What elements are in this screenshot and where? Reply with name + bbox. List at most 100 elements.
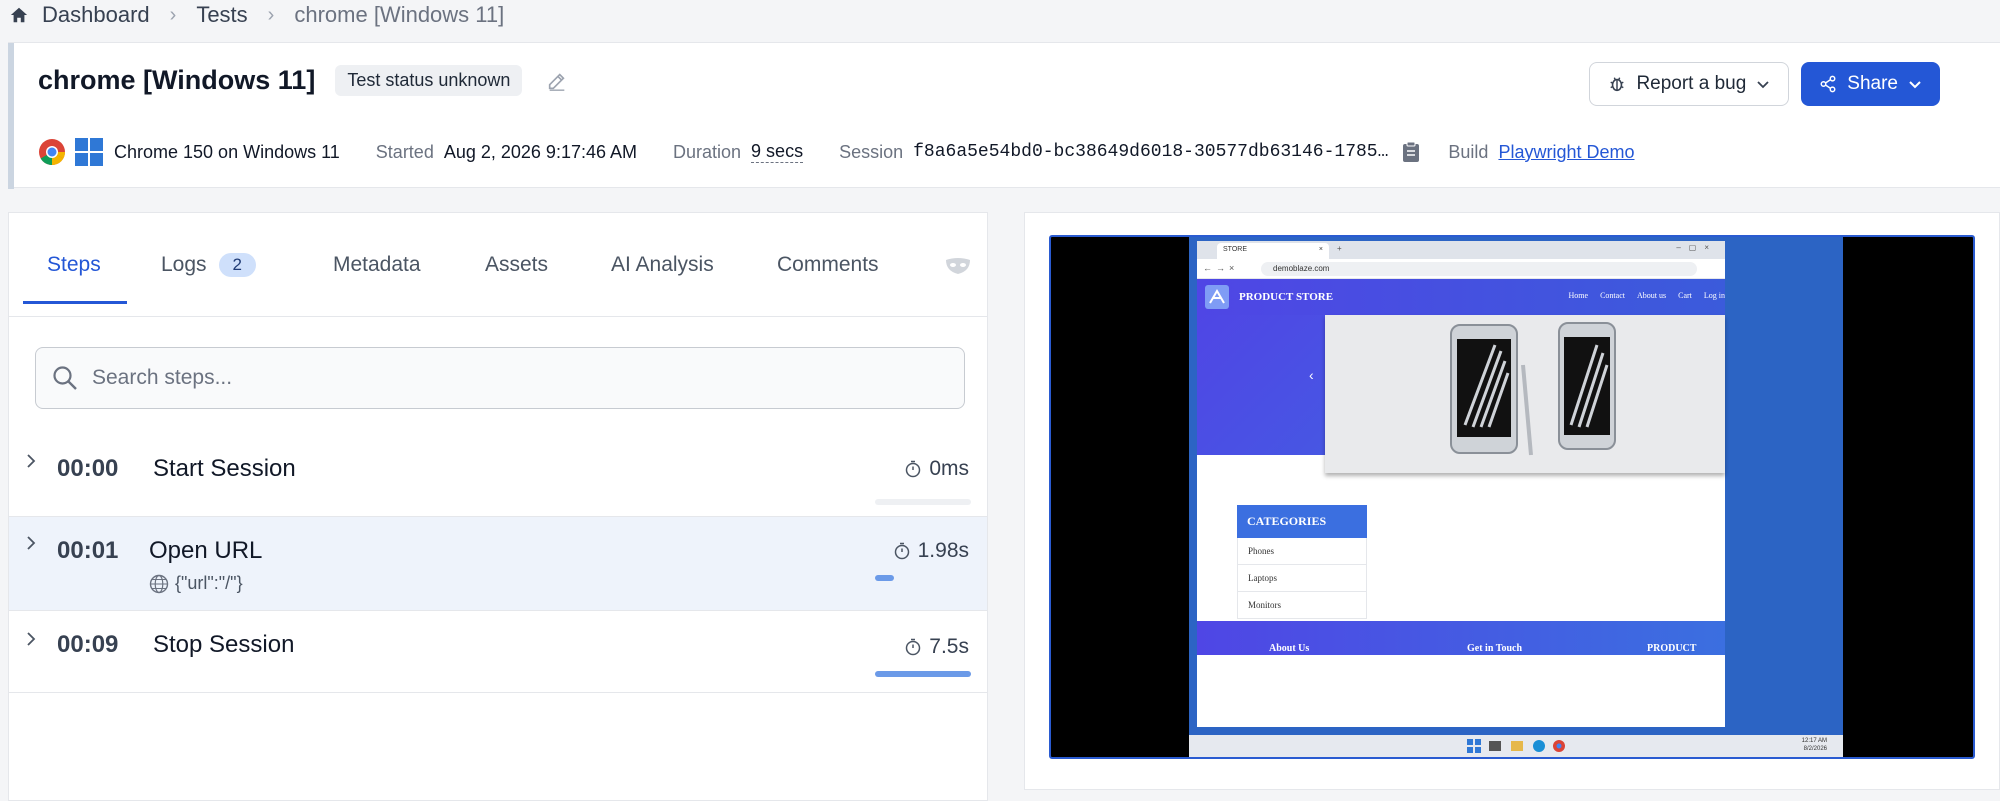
step-param: {"url":"/"} <box>175 573 243 593</box>
taskbar-clock-time: 12:17 AM <box>1801 738 1827 744</box>
video-panel: STORE × + –▢× ←→× demoblaze.com PRODUCT S… <box>1024 212 2000 790</box>
tab-comments-label: Comments <box>777 253 879 276</box>
footer-brand: PRODUCT STORE <box>1647 643 1697 655</box>
tab-bar: Steps Logs 2 Metadata Assets AI Analysis … <box>9 213 987 317</box>
phones-image <box>1450 322 1616 456</box>
store-logo-icon <box>1205 285 1229 309</box>
browser-url: demoblaze.com <box>1261 262 1697 276</box>
category-item: Laptops <box>1237 565 1367 592</box>
chevron-right-icon[interactable] <box>23 453 39 469</box>
site-nav-login: Log in <box>1703 291 1725 300</box>
chevron-right-icon[interactable] <box>23 535 39 551</box>
search-icon <box>53 366 77 390</box>
started-label: Started <box>375 141 434 162</box>
tab-ai-label: AI Analysis <box>611 253 714 276</box>
step-time: 00:01 <box>57 537 119 564</box>
chevron-right-icon: › <box>169 3 177 26</box>
stopwatch-icon <box>906 638 921 656</box>
step-name: Start Session <box>153 455 296 482</box>
stopwatch-icon <box>906 460 921 478</box>
breadcrumb: Dashboard › Tests › chrome [Windows 11] <box>0 0 2000 30</box>
logs-count-badge: 2 <box>218 253 257 277</box>
chevron-right-icon[interactable] <box>23 631 39 647</box>
build-label: Build <box>1448 141 1489 162</box>
step-duration: 7.5s <box>929 635 969 658</box>
footer-about: About Us <box>1269 643 1310 654</box>
category-item: Phones <box>1237 538 1367 565</box>
tab-assets-label: Assets <box>485 253 549 276</box>
step-row[interactable]: 00:09 Stop Session 7.5s <box>9 611 987 693</box>
store-brand: PRODUCT STORE <box>1239 291 1334 303</box>
step-name: Stop Session <box>153 631 295 658</box>
categories-header: CATEGORIES <box>1237 505 1367 538</box>
browser-tab: STORE × <box>1217 243 1329 259</box>
chevron-down-icon <box>1757 81 1769 89</box>
page-title: chrome [Windows 11] <box>38 65 316 95</box>
tab-metadata-label: Metadata <box>333 253 421 276</box>
windows-taskbar: 12:17 AM 8/2/2026 <box>1189 735 1843 757</box>
search-box[interactable] <box>35 347 965 409</box>
step-duration: 1.98s <box>917 539 969 562</box>
chrome-icon <box>39 139 66 166</box>
tab-assets[interactable]: Assets <box>485 253 548 277</box>
started-value: Aug 2, 2026 9:17:46 AM <box>443 141 637 162</box>
stopwatch-icon <box>894 542 909 560</box>
clipboard-icon[interactable] <box>1402 141 1420 163</box>
session-id: f8a6a5e54bd0-bc38649d6018-30577db63146-1… <box>913 142 1389 162</box>
site-nav-home: Home <box>1568 291 1589 300</box>
session-video-player[interactable]: STORE × + –▢× ←→× demoblaze.com PRODUCT S… <box>1049 235 1975 759</box>
share-label: Share <box>1847 73 1898 94</box>
tab-logs[interactable]: Logs 2 <box>161 253 257 277</box>
duration-fill <box>875 575 895 581</box>
tab-ai-analysis[interactable]: AI Analysis <box>611 253 714 277</box>
breadcrumb-dashboard[interactable]: Dashboard <box>42 2 150 28</box>
taskbar-apps-icon <box>1489 740 1565 752</box>
tab-logs-label: Logs <box>161 253 207 276</box>
mask-icon[interactable] <box>945 257 971 275</box>
status-accent-bar <box>8 43 14 189</box>
site-nav-cart: Cart <box>1678 291 1692 300</box>
chevron-right-icon: › <box>267 3 275 26</box>
browser-tab-title: STORE <box>1223 246 1247 253</box>
site-nav-about: About us <box>1636 291 1667 300</box>
session-label: Session <box>839 141 904 162</box>
report-bug-button[interactable]: Report a bug <box>1589 62 1790 106</box>
browser-tabbar: STORE × + –▢× <box>1197 241 1725 259</box>
build-link[interactable]: Playwright Demo <box>1498 142 1634 163</box>
browser-window: STORE × + –▢× ←→× demoblaze.com PRODUCT S… <box>1197 241 1725 727</box>
site-hero: ‹ <box>1197 315 1725 473</box>
step-duration: 0ms <box>929 457 969 480</box>
breadcrumb-current: chrome [Windows 11] <box>294 2 505 27</box>
step-time: 00:00 <box>57 455 119 482</box>
edit-icon[interactable] <box>546 70 568 92</box>
test-header: chrome [Windows 11] Test status unknown … <box>8 42 2000 189</box>
duration-bar <box>875 575 971 581</box>
share-icon <box>1820 75 1836 93</box>
steps-panel: Steps Logs 2 Metadata Assets AI Analysis … <box>8 212 988 801</box>
desktop-screenshot: STORE × + –▢× ←→× demoblaze.com PRODUCT S… <box>1189 237 1843 757</box>
step-row[interactable]: 00:00 Start Session 0ms <box>9 433 987 517</box>
home-icon[interactable] <box>10 6 28 24</box>
browser-os-label: Chrome 150 on Windows 11 <box>114 141 340 162</box>
active-tab-indicator <box>23 301 127 304</box>
site-nav-contact: Contact <box>1600 291 1625 300</box>
categories-list: CATEGORIES Phones Laptops Monitors <box>1237 505 1367 619</box>
step-row[interactable]: 00:01 Open URL {"url":"/"} 1.98s <box>9 517 987 611</box>
breadcrumb-tests[interactable]: Tests <box>196 2 247 28</box>
tab-comments[interactable]: Comments <box>777 253 879 277</box>
duration-label: Duration <box>673 141 742 162</box>
duration-bar <box>875 499 971 505</box>
search-input[interactable] <box>92 366 952 390</box>
step-time: 00:09 <box>57 631 119 658</box>
tab-steps[interactable]: Steps <box>47 253 101 277</box>
status-badge[interactable]: Test status unknown <box>335 65 523 96</box>
site-footer: About Us Get in Touch PRODUCT STORE <box>1197 621 1725 655</box>
duration-value[interactable]: 9 secs <box>751 141 804 163</box>
taskbar-clock-date: 8/2/2026 <box>1803 746 1827 752</box>
tab-metadata[interactable]: Metadata <box>333 253 421 277</box>
footer-contact: Get in Touch <box>1467 643 1523 654</box>
category-item: Monitors <box>1237 592 1367 619</box>
share-button[interactable]: Share <box>1801 62 1940 106</box>
duration-fill <box>875 671 971 677</box>
taskbar-start-icon <box>1467 739 1481 753</box>
